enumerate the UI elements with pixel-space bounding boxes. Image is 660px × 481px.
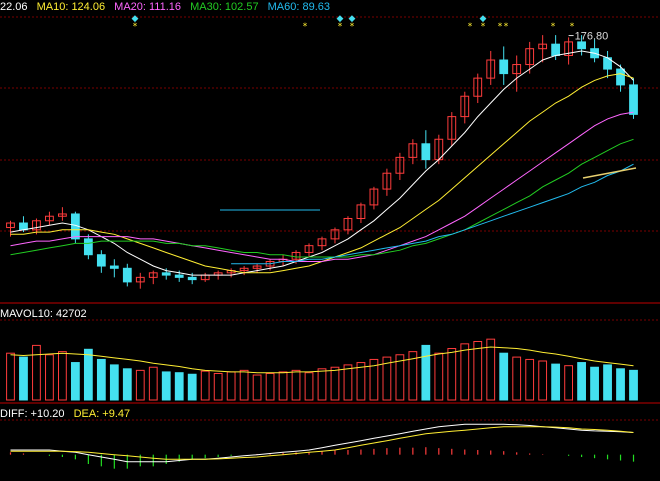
volume-bar	[525, 358, 535, 401]
volume-bar	[32, 344, 41, 401]
ma5-legend: 22.06	[0, 1, 28, 13]
volume-bar	[551, 363, 561, 401]
price-legend: 22.06 MA10: 124.06 MA20: 111.16 MA30: 10…	[0, 1, 336, 14]
candle-body	[577, 41, 586, 50]
candle-body	[187, 276, 197, 281]
star-marker: *	[498, 22, 503, 32]
high-price-label: 176.80	[575, 31, 609, 43]
volume-bar	[19, 356, 28, 401]
volume-bar	[330, 366, 340, 401]
star-marker: *	[468, 22, 473, 32]
diff-line	[10, 423, 634, 463]
volume-legend: MAVOL10: 42702	[0, 308, 93, 321]
candle-body	[421, 143, 431, 161]
candle-body	[551, 43, 561, 56]
volume-bar	[200, 370, 210, 401]
ma10-legend: MA10: 124.06	[36, 1, 106, 13]
volume-bar	[356, 362, 366, 401]
volume-bar	[512, 356, 522, 401]
volume-bar	[174, 372, 184, 401]
volume-bar	[291, 369, 301, 401]
ma60-line	[231, 163, 634, 265]
ma30-legend: MA30: 102.57	[190, 1, 259, 13]
volume-bar	[187, 373, 197, 401]
volume-bar	[148, 366, 158, 401]
macd-legend: DIFF: +10.20 DEA: +9.47	[0, 408, 136, 421]
candle-body	[122, 267, 132, 283]
volume-bar	[343, 364, 353, 401]
star-marker: *	[481, 22, 486, 32]
volume-bar	[304, 372, 314, 401]
volume-bar	[564, 365, 574, 401]
volume-bar	[538, 360, 548, 401]
candle-body	[499, 59, 509, 75]
volume-bar	[135, 369, 145, 401]
volume-panel[interactable]	[6, 338, 638, 401]
volume-bar	[96, 358, 106, 401]
macd-panel[interactable]	[9, 423, 635, 469]
volume-bar	[252, 374, 262, 401]
extra-line	[582, 167, 637, 179]
diff-legend: DIFF: +10.20	[0, 408, 65, 420]
star-marker: *	[133, 22, 138, 32]
candle-body	[174, 274, 184, 278]
volume-bar	[83, 348, 93, 401]
star-marker: *	[504, 22, 509, 32]
ma20-legend: MA20: 111.16	[114, 1, 182, 13]
ma60-legend: MA60: 89.63	[267, 1, 331, 13]
volume-bar	[239, 369, 249, 401]
mavol10-legend: MAVOL10: 42702	[0, 308, 87, 320]
candle-body	[96, 254, 106, 267]
volume-bar	[161, 371, 171, 401]
volume-bar	[70, 362, 80, 401]
star-marker: *	[350, 22, 355, 32]
volume-bar	[486, 338, 496, 401]
volume-bar	[278, 371, 288, 401]
volume-bar	[603, 364, 612, 401]
volume-bar	[577, 362, 586, 401]
volume-bar	[590, 366, 599, 401]
volume-bar	[434, 352, 444, 401]
volume-bar	[265, 372, 275, 401]
volume-bar	[317, 368, 327, 401]
dea-legend: DEA: +9.47	[73, 408, 131, 420]
candle-body	[629, 84, 638, 115]
volume-bar	[421, 344, 431, 401]
star-marker: *	[338, 22, 343, 32]
volume-bar	[109, 364, 119, 401]
candle-body	[616, 68, 625, 86]
volume-bar	[213, 372, 223, 401]
star-marker: *	[551, 22, 556, 32]
volume-bar	[58, 351, 67, 401]
candle-body	[161, 272, 171, 276]
volume-bar	[473, 341, 483, 401]
volume-bar	[45, 354, 54, 401]
volume-bar	[629, 369, 638, 401]
volume-bar	[6, 352, 15, 401]
candle-body	[83, 238, 93, 256]
volume-bar	[122, 368, 132, 401]
volume-bar	[499, 352, 509, 401]
volume-bar	[460, 343, 470, 401]
candle-body	[19, 222, 28, 231]
star-marker: *	[570, 22, 575, 32]
volume-bar	[616, 368, 625, 401]
candle-body	[109, 265, 119, 269]
volume-bar	[447, 348, 457, 401]
star-marker: *	[303, 22, 308, 32]
volume-bar	[226, 371, 236, 401]
